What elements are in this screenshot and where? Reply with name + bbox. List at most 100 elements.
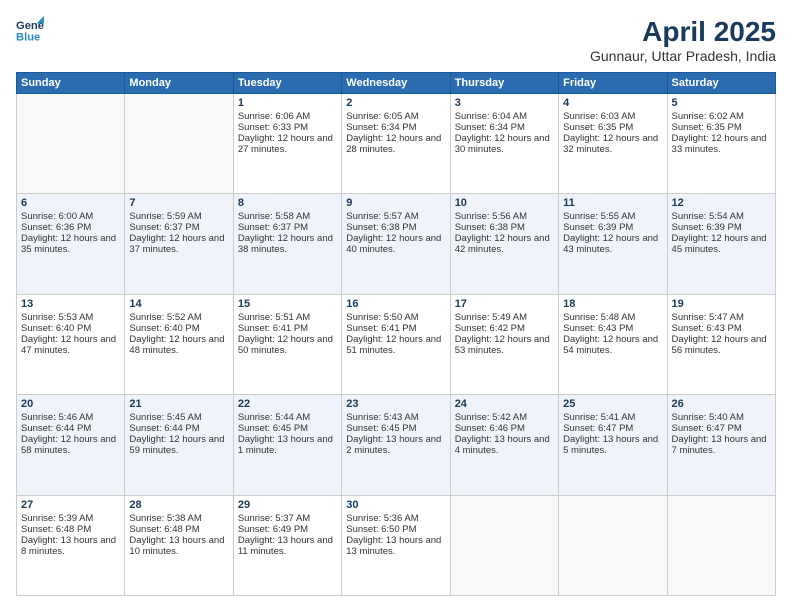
sunrise-text: Sunrise: 5:58 AM: [238, 211, 337, 222]
table-row: [667, 495, 775, 595]
daylight-text: Daylight: 12 hours and 53 minutes.: [455, 334, 554, 356]
sunrise-text: Sunrise: 5:46 AM: [21, 412, 120, 423]
sunset-text: Sunset: 6:41 PM: [238, 323, 337, 334]
day-number: 29: [238, 499, 337, 511]
sunrise-text: Sunrise: 5:39 AM: [21, 513, 120, 524]
sunset-text: Sunset: 6:48 PM: [21, 524, 120, 535]
table-row: 22Sunrise: 5:44 AMSunset: 6:45 PMDayligh…: [233, 395, 341, 495]
day-number: 9: [346, 197, 445, 209]
daylight-text: Daylight: 12 hours and 59 minutes.: [129, 434, 228, 456]
daylight-text: Daylight: 12 hours and 50 minutes.: [238, 334, 337, 356]
table-row: 1 Sunrise: 6:06 AMSunset: 6:33 PMDaylight…: [233, 94, 341, 194]
day-number: 7: [129, 197, 228, 209]
sunrise-text: Sunrise: 5:49 AM: [455, 312, 554, 323]
table-row: 24Sunrise: 5:42 AMSunset: 6:46 PMDayligh…: [450, 395, 558, 495]
table-row: [559, 495, 667, 595]
sunset-text: Sunset: 6:43 PM: [672, 323, 771, 334]
sunrise-text: Sunrise: 5:52 AM: [129, 312, 228, 323]
table-row: 6Sunrise: 6:00 AMSunset: 6:36 PMDaylight…: [17, 194, 125, 294]
sunrise-text: Sunrise: 5:54 AM: [672, 211, 771, 222]
day-number: 23: [346, 398, 445, 410]
sunrise-text: Sunrise: 5:57 AM: [346, 211, 445, 222]
main-title: April 2025: [590, 16, 776, 48]
daylight-text: Daylight: 12 hours and 47 minutes.: [21, 334, 120, 356]
daylight-text: Daylight: 12 hours and 54 minutes.: [563, 334, 662, 356]
sunset-text: Sunset: 6:49 PM: [238, 524, 337, 535]
daylight-text: Daylight: 12 hours and 32 minutes.: [563, 133, 662, 155]
calendar-week-row: 1Sunrise: 6:06 AMSunset: 6:33 PMDaylight…: [17, 94, 776, 194]
table-row: 12Sunrise: 5:54 AMSunset: 6:39 PMDayligh…: [667, 194, 775, 294]
sunrise-text: Sunrise: 5:37 AM: [238, 513, 337, 524]
daylight-text: Daylight: 13 hours and 2 minutes.: [346, 434, 445, 456]
sunrise-text: Sunrise: 5:42 AM: [455, 412, 554, 423]
daylight-text: Daylight: 12 hours and 45 minutes.: [672, 233, 771, 255]
sunrise-text: Sunrise: 5:36 AM: [346, 513, 445, 524]
day-number: 13: [21, 298, 120, 310]
sunset-text: Sunset: 6:48 PM: [129, 524, 228, 535]
daylight-text: Daylight: 13 hours and 13 minutes.: [346, 535, 445, 557]
calendar-week-row: 13Sunrise: 5:53 AMSunset: 6:40 PMDayligh…: [17, 294, 776, 394]
daylight-text: Daylight: 12 hours and 40 minutes.: [346, 233, 445, 255]
daylight-text: Daylight: 12 hours and 37 minutes.: [129, 233, 228, 255]
title-block: April 2025 Gunnaur, Uttar Pradesh, India: [590, 16, 776, 64]
table-row: 8Sunrise: 5:58 AMSunset: 6:37 PMDaylight…: [233, 194, 341, 294]
sunset-text: Sunset: 6:44 PM: [129, 423, 228, 434]
sunrise-text: Sunrise: 5:38 AM: [129, 513, 228, 524]
daylight-text: Daylight: 12 hours and 27 minutes.: [238, 133, 337, 155]
daylight-text: Daylight: 12 hours and 28 minutes.: [346, 133, 445, 155]
daylight-text: Daylight: 12 hours and 43 minutes.: [563, 233, 662, 255]
daylight-text: Daylight: 12 hours and 48 minutes.: [129, 334, 228, 356]
sunrise-text: Sunrise: 6:03 AM: [563, 111, 662, 122]
sunrise-text: Sunrise: 5:41 AM: [563, 412, 662, 423]
daylight-text: Daylight: 12 hours and 35 minutes.: [21, 233, 120, 255]
header-monday: Monday: [125, 73, 233, 94]
daylight-text: Daylight: 12 hours and 42 minutes.: [455, 233, 554, 255]
header-saturday: Saturday: [667, 73, 775, 94]
svg-text:Blue: Blue: [16, 31, 40, 43]
day-number: 17: [455, 298, 554, 310]
sunset-text: Sunset: 6:35 PM: [563, 122, 662, 133]
header-thursday: Thursday: [450, 73, 558, 94]
header: General Blue April 2025 Gunnaur, Uttar P…: [16, 16, 776, 64]
day-number: 15: [238, 298, 337, 310]
table-row: 30Sunrise: 5:36 AMSunset: 6:50 PMDayligh…: [342, 495, 450, 595]
sunset-text: Sunset: 6:38 PM: [455, 222, 554, 233]
logo: General Blue: [16, 16, 44, 44]
sunrise-text: Sunrise: 5:45 AM: [129, 412, 228, 423]
sunset-text: Sunset: 6:38 PM: [346, 222, 445, 233]
table-row: [125, 94, 233, 194]
table-row: 19Sunrise: 5:47 AMSunset: 6:43 PMDayligh…: [667, 294, 775, 394]
day-number: 19: [672, 298, 771, 310]
sunset-text: Sunset: 6:37 PM: [238, 222, 337, 233]
header-friday: Friday: [559, 73, 667, 94]
header-wednesday: Wednesday: [342, 73, 450, 94]
day-number: 20: [21, 398, 120, 410]
calendar-week-row: 27Sunrise: 5:39 AMSunset: 6:48 PMDayligh…: [17, 495, 776, 595]
sunset-text: Sunset: 6:37 PM: [129, 222, 228, 233]
sunrise-text: Sunrise: 6:02 AM: [672, 111, 771, 122]
table-row: 3Sunrise: 6:04 AMSunset: 6:34 PMDaylight…: [450, 94, 558, 194]
sunset-text: Sunset: 6:42 PM: [455, 323, 554, 334]
daylight-text: Daylight: 12 hours and 30 minutes.: [455, 133, 554, 155]
daylight-text: Daylight: 12 hours and 38 minutes.: [238, 233, 337, 255]
subtitle: Gunnaur, Uttar Pradesh, India: [590, 48, 776, 64]
sunset-text: Sunset: 6:40 PM: [129, 323, 228, 334]
header-sunday: Sunday: [17, 73, 125, 94]
sunset-text: Sunset: 6:39 PM: [563, 222, 662, 233]
table-row: 14Sunrise: 5:52 AMSunset: 6:40 PMDayligh…: [125, 294, 233, 394]
sunrise-text: Sunrise: 6:04 AM: [455, 111, 554, 122]
sunset-text: Sunset: 6:39 PM: [672, 222, 771, 233]
table-row: 28Sunrise: 5:38 AMSunset: 6:48 PMDayligh…: [125, 495, 233, 595]
day-number: 2: [346, 97, 445, 109]
day-number: 1: [238, 97, 337, 109]
sunset-text: Sunset: 6:45 PM: [346, 423, 445, 434]
calendar-week-row: 20Sunrise: 5:46 AMSunset: 6:44 PMDayligh…: [17, 395, 776, 495]
sunrise-text: Sunrise: 5:55 AM: [563, 211, 662, 222]
sunrise-text: Sunrise: 6:06 AM: [238, 111, 337, 122]
daylight-text: Daylight: 13 hours and 4 minutes.: [455, 434, 554, 456]
sunset-text: Sunset: 6:41 PM: [346, 323, 445, 334]
sunrise-text: Sunrise: 5:50 AM: [346, 312, 445, 323]
sunset-text: Sunset: 6:33 PM: [238, 122, 337, 133]
day-number: 22: [238, 398, 337, 410]
daylight-text: Daylight: 13 hours and 5 minutes.: [563, 434, 662, 456]
